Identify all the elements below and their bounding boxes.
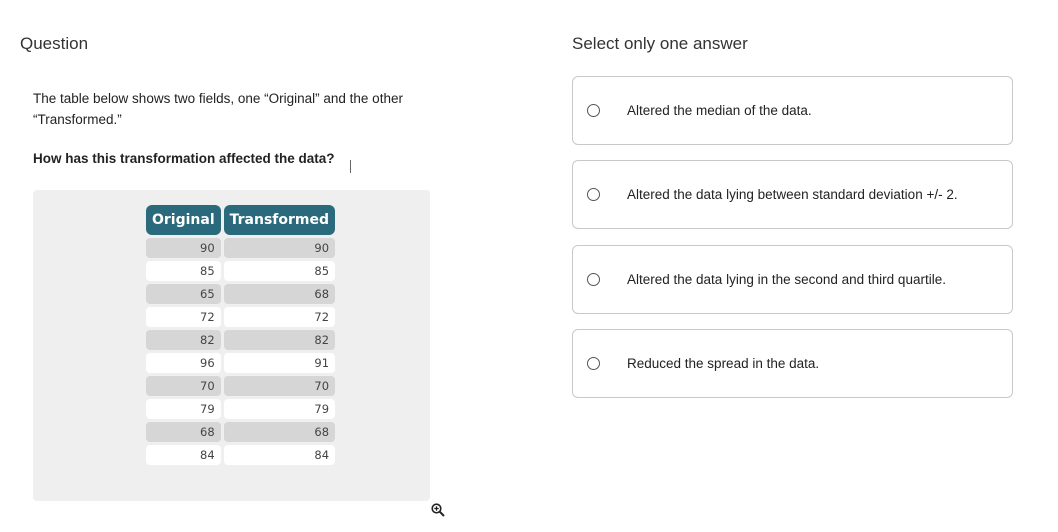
table-row: 65 68 — [146, 284, 336, 304]
answer-option-label: Altered the median of the data. — [627, 103, 812, 118]
radio-button-icon[interactable] — [587, 357, 600, 370]
cell-original: 85 — [146, 261, 221, 281]
table-row: 90 90 — [146, 238, 336, 258]
radio-button-icon[interactable] — [587, 273, 600, 286]
table-header-row: Original Transformed — [146, 205, 336, 235]
cell-original: 79 — [146, 399, 221, 419]
column-header-transformed: Transformed — [223, 205, 336, 235]
answer-option-label: Reduced the spread in the data. — [627, 356, 820, 371]
table-row: 84 84 — [146, 445, 336, 465]
cell-original: 84 — [146, 445, 221, 465]
question-prompt: How has this transformation affected the… — [33, 151, 335, 166]
cell-transformed: 82 — [223, 330, 336, 350]
cell-transformed: 70 — [223, 376, 336, 396]
cell-transformed: 79 — [223, 399, 336, 419]
answer-option-label: Altered the data lying between standard … — [627, 187, 958, 202]
answer-option-3[interactable]: Altered the data lying in the second and… — [572, 245, 1013, 314]
question-heading: Question — [20, 34, 89, 53]
table-image-panel: Original Transformed 90 90 85 85 65 68 7… — [33, 190, 430, 501]
data-table: Original Transformed 90 90 85 85 65 68 7… — [143, 202, 338, 468]
cell-transformed: 90 — [223, 238, 336, 258]
answer-option-label: Altered the data lying in the second and… — [627, 272, 946, 287]
question-column: Question The table below shows two field… — [20, 0, 445, 532]
cell-transformed: 85 — [223, 261, 336, 281]
cell-transformed: 68 — [223, 284, 336, 304]
quiz-page: Question The table below shows two field… — [0, 0, 1058, 532]
cell-original: 68 — [146, 422, 221, 442]
answers-heading: Select only one answer — [572, 34, 748, 53]
table-row: 85 85 — [146, 261, 336, 281]
cell-original: 72 — [146, 307, 221, 327]
cell-original: 65 — [146, 284, 221, 304]
zoom-in-icon[interactable] — [431, 503, 445, 517]
cell-original: 70 — [146, 376, 221, 396]
question-text: The table below shows two fields, one “O… — [33, 91, 403, 127]
table-row: 79 79 — [146, 399, 336, 419]
cell-transformed: 68 — [223, 422, 336, 442]
table-row: 82 82 — [146, 330, 336, 350]
table-row: 68 68 — [146, 422, 336, 442]
table-row: 70 70 — [146, 376, 336, 396]
cell-transformed: 72 — [223, 307, 336, 327]
cell-original: 82 — [146, 330, 221, 350]
cell-original: 96 — [146, 353, 221, 373]
answer-option-4[interactable]: Reduced the spread in the data. — [572, 329, 1013, 398]
answer-option-1[interactable]: Altered the median of the data. — [572, 76, 1013, 145]
column-header-original: Original — [146, 205, 221, 235]
cell-transformed: 84 — [223, 445, 336, 465]
answer-option-2[interactable]: Altered the data lying between standard … — [572, 160, 1013, 229]
table-row: 96 91 — [146, 353, 336, 373]
radio-button-icon[interactable] — [587, 104, 600, 117]
table-row: 72 72 — [146, 307, 336, 327]
cell-transformed: 91 — [223, 353, 336, 373]
radio-button-icon[interactable] — [587, 188, 600, 201]
text-cursor-icon — [350, 160, 351, 173]
cell-original: 90 — [146, 238, 221, 258]
